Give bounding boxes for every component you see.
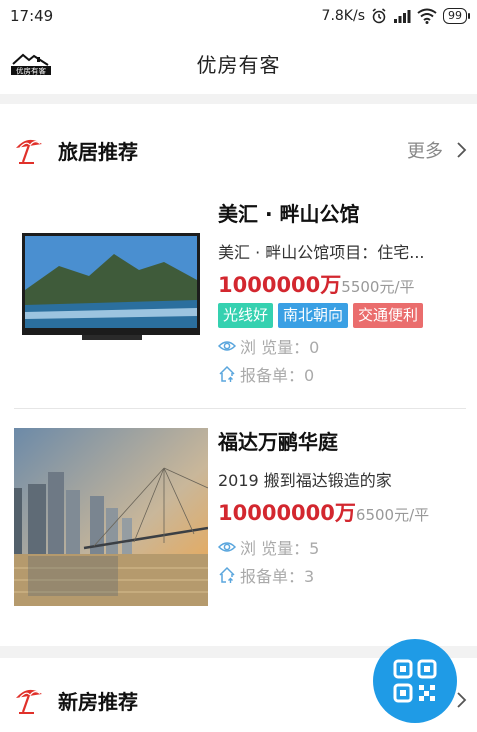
more-link[interactable]: 更多 — [407, 137, 443, 163]
report-count-label: 报备单：0 — [240, 366, 315, 385]
feature-tags: 光线好 南北朝向 交通便利 — [218, 303, 469, 328]
list-divider — [14, 408, 466, 409]
report-count: 报备单：3 — [218, 563, 469, 587]
feature-tag: 交通便利 — [353, 303, 424, 328]
status-time: 17:49 — [10, 7, 54, 25]
listing-name: 福达万鹂华庭 — [218, 430, 338, 454]
eye-icon — [218, 542, 236, 552]
report-count: 报备单：0 — [218, 362, 469, 386]
battery-indicator: 99 — [443, 8, 470, 24]
listing-info: 美汇 · 畔山公馆 美汇 · 畔山公馆项目：住宅... 1000000万5500… — [218, 198, 469, 386]
section-header-travel-stay: 旅居推荐 更多 — [0, 120, 477, 180]
section-title: 旅居推荐 — [58, 139, 138, 164]
chevron-right-icon[interactable] — [455, 692, 467, 708]
listing-thumbnail — [14, 200, 208, 378]
qr-scan-icon — [393, 659, 437, 703]
logo-text: 优房有客 — [16, 66, 46, 76]
listing-description: 2019 搬到福达锻造的家 — [218, 471, 392, 490]
listing-card[interactable]: 福达万鹂华庭 2019 搬到福达锻造的家 10000000万6500元/平 浏 … — [0, 420, 477, 620]
alarm-icon — [372, 8, 386, 24]
app-header: 优房有客 优房有客 — [0, 32, 477, 94]
price-row: 10000000万6500元/平 — [218, 497, 469, 527]
view-count-label: 浏 览量：5 — [240, 539, 320, 558]
status-bar: 17:49 7.8K/s 99 — [0, 0, 477, 32]
app-logo: 优房有客 — [11, 53, 51, 76]
listing-thumbnail — [14, 428, 208, 606]
listing-info: 福达万鹂华庭 2019 搬到福达锻造的家 10000000万6500元/平 浏 … — [218, 426, 469, 587]
signal-icon — [394, 10, 411, 23]
listing-name: 美汇 · 畔山公馆 — [218, 202, 360, 226]
section-separator — [0, 94, 477, 104]
view-count: 浏 览量：0 — [218, 334, 469, 358]
eye-icon — [218, 341, 236, 351]
house-upload-icon — [219, 566, 235, 583]
wifi-icon — [417, 8, 437, 24]
price-row: 1000000万5500元/平 — [218, 269, 469, 299]
unit-price: 5500元/平 — [341, 278, 415, 296]
network-speed: 7.8K/s — [321, 8, 365, 24]
page-title: 优房有客 — [196, 52, 281, 77]
total-price: 1000000万 — [218, 273, 342, 297]
chevron-right-icon[interactable] — [455, 142, 467, 158]
umbrella-icon — [16, 689, 42, 714]
view-count-label: 浏 览量：0 — [240, 338, 320, 357]
feature-tag: 南北朝向 — [278, 303, 349, 328]
umbrella-icon — [16, 139, 42, 164]
total-price: 10000000万 — [218, 501, 356, 525]
status-indicators: 7.8K/s 99 — [321, 8, 470, 24]
feature-tag: 光线好 — [218, 303, 274, 328]
section-title: 新房推荐 — [58, 689, 138, 714]
unit-price: 6500元/平 — [355, 506, 430, 524]
house-upload-icon — [219, 365, 235, 382]
qr-scan-button[interactable] — [373, 639, 457, 723]
listing-description: 美汇 · 畔山公馆项目：住宅... — [218, 243, 425, 262]
view-count: 浏 览量：5 — [218, 535, 469, 559]
listing-card[interactable]: 美汇 · 畔山公馆 美汇 · 畔山公馆项目：住宅... 1000000万5500… — [0, 196, 477, 396]
report-count-label: 报备单：3 — [240, 567, 315, 586]
